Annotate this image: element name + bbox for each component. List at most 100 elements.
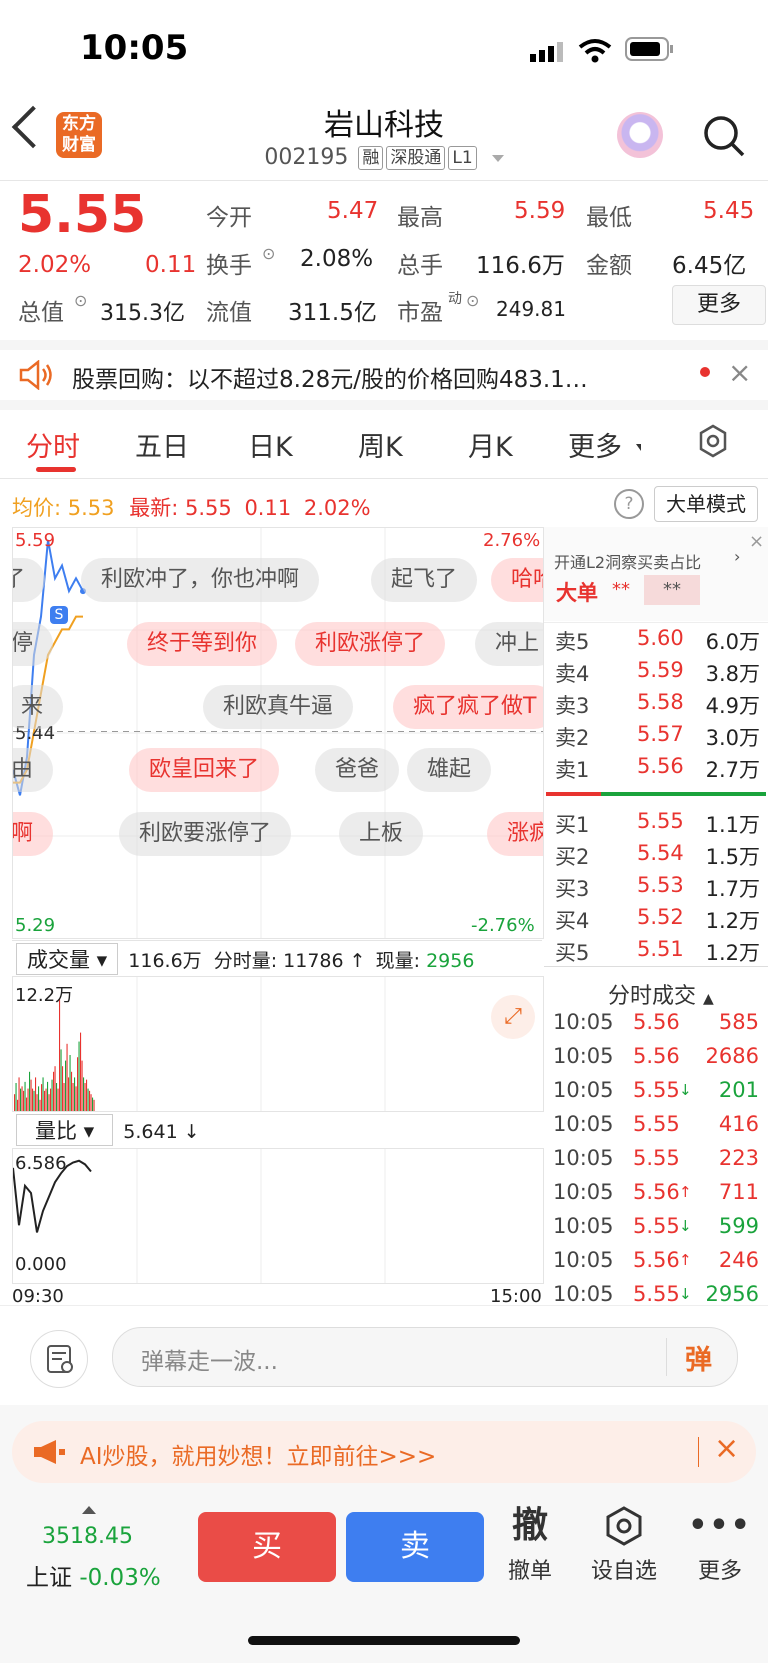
latest-change: 0.11 xyxy=(244,496,292,520)
close-icon[interactable]: × xyxy=(728,356,751,389)
help-icon[interactable]: ? xyxy=(614,489,644,519)
danmu-item: 由 xyxy=(13,748,54,792)
index-value[interactable]: 3518.45 xyxy=(42,1524,133,1549)
bid-level-price: 5.51 xyxy=(637,937,684,961)
tab-intraday[interactable]: 分时 xyxy=(26,425,80,464)
volume-chart[interactable]: 12.2万 ⤢ xyxy=(12,976,544,1112)
ask-level-row[interactable]: 卖5 5.60 6.0万 xyxy=(555,626,760,656)
x-label-close: 15:00 xyxy=(490,1286,542,1307)
bid-level-volume: 1.2万 xyxy=(705,909,760,933)
volume-bar xyxy=(44,1090,46,1111)
danmu-input[interactable]: 弹幕走一波... 弹 xyxy=(112,1327,738,1387)
volume-bar xyxy=(27,1088,29,1111)
intraday-chart[interactable]: 5.59 5.44 5.29 2.76% -2.76% S 了 利欧冲了，你也冲… xyxy=(12,527,544,939)
chevron-right-icon: › xyxy=(734,547,741,566)
high-label: 最高 xyxy=(397,205,443,231)
tab-weekly[interactable]: 周K xyxy=(358,425,403,464)
add-watchlist-button[interactable]: 设自选 xyxy=(584,1505,664,1585)
robot-avatar-icon[interactable] xyxy=(617,112,663,158)
tick-row: 10:05 5.56 585 xyxy=(553,1010,763,1042)
settings-gear-icon[interactable] xyxy=(696,424,730,462)
bid-level-volume: 1.1万 xyxy=(705,813,760,837)
ask-level-volume: 4.9万 xyxy=(705,694,760,718)
close-icon[interactable]: × xyxy=(714,1431,739,1466)
volume-bar xyxy=(26,1097,28,1111)
cancel-order-button[interactable]: 撤 撤单 xyxy=(490,1505,570,1585)
volume-bar xyxy=(63,1083,65,1111)
info-icon[interactable]: ⊙ xyxy=(262,244,275,263)
sell-ratio-segment xyxy=(546,792,601,796)
ask-level-row[interactable]: 卖1 5.56 2.7万 xyxy=(555,754,760,784)
ask-level-row[interactable]: 卖4 5.59 3.8万 xyxy=(555,658,760,688)
tick-direction-icon: ↑ xyxy=(679,1183,692,1201)
more-menu-button[interactable]: ••• 更多 xyxy=(680,1505,760,1585)
volume-bar xyxy=(17,1099,19,1111)
danmu-settings-button[interactable] xyxy=(30,1330,88,1388)
search-icon[interactable] xyxy=(702,114,746,162)
divider xyxy=(666,1338,667,1376)
cancel-order-icon: 撤 xyxy=(511,1505,548,1546)
ad-banner[interactable]: AI炒股，就用妙想！立即前往>>> × xyxy=(12,1421,756,1483)
notice-text[interactable]: 股票回购：以不超过8.28元/股的价格回购483.1… xyxy=(72,360,672,394)
ticks-header[interactable]: 分时成交 ▲ xyxy=(608,978,714,1010)
index-change-row[interactable]: 上证 -0.03% xyxy=(26,1558,161,1592)
tab-monthly[interactable]: 月K xyxy=(468,425,513,464)
tab-more[interactable]: 更多 xyxy=(568,425,622,464)
stock-code: 002195 xyxy=(264,145,349,170)
volume-selector[interactable]: 成交量 ▾ xyxy=(16,943,119,975)
divider xyxy=(544,622,768,623)
volume-bar xyxy=(68,1077,70,1111)
sell-button[interactable]: 卖 xyxy=(346,1512,484,1582)
tab-5day[interactable]: 五日 xyxy=(135,425,189,464)
volume-label: 总手 xyxy=(397,253,443,279)
danmu-item: 利欧冲了，你也冲啊 xyxy=(81,558,320,602)
tick-time: 10:05 xyxy=(553,1078,614,1102)
x-label-open: 09:30 xyxy=(12,1286,64,1307)
tab-daily[interactable]: 日K xyxy=(248,425,293,464)
last-price: 5.55 xyxy=(18,185,147,245)
volume-bar xyxy=(86,1079,88,1111)
close-icon[interactable]: × xyxy=(749,531,764,552)
tick-time: 10:05 xyxy=(553,1248,614,1272)
ratio-header: 量比 ▾ 5.641 ↓ xyxy=(12,1112,542,1146)
ratio-value: 5.641 xyxy=(123,1121,178,1143)
danmu-send-button[interactable]: 弹 xyxy=(685,1338,712,1377)
volume-bar xyxy=(80,1032,82,1111)
speaker-icon xyxy=(18,359,54,394)
bid-level-row[interactable]: 买1 5.55 1.1万 xyxy=(555,809,760,839)
ratio-selector[interactable]: 量比 ▾ xyxy=(16,1114,114,1146)
bid-level-row[interactable]: 买2 5.54 1.5万 xyxy=(555,841,760,871)
ratio-selector-label: 量比 xyxy=(35,1119,77,1143)
ask-level-row[interactable]: 卖2 5.57 3.0万 xyxy=(555,722,760,752)
ask-level-row[interactable]: 卖3 5.58 4.9万 xyxy=(555,690,760,720)
l2-banner[interactable]: 开通L2洞察买卖占比 › × 大单 ** ** xyxy=(544,527,768,621)
bid-level-label: 买1 xyxy=(555,813,590,837)
volume-bar xyxy=(47,1081,49,1111)
bid-level-label: 买4 xyxy=(555,909,590,933)
dropdown-icon[interactable] xyxy=(491,154,504,162)
info-icon[interactable]: ⊙ xyxy=(466,291,479,310)
bid-level-row[interactable]: 买5 5.51 1.2万 xyxy=(555,937,760,967)
volume-bar xyxy=(53,1071,55,1111)
latest-label: 最新: xyxy=(129,496,179,520)
info-icon[interactable]: ⊙ xyxy=(74,291,87,310)
expand-icon[interactable]: ⤢ xyxy=(491,995,535,1039)
spacer xyxy=(0,340,768,350)
quote-more-button[interactable]: 更多 xyxy=(672,285,766,325)
low-label: 最低 xyxy=(586,205,632,231)
bid-level-row[interactable]: 买4 5.52 1.2万 xyxy=(555,905,760,935)
cancel-order-label: 撤单 xyxy=(507,1559,552,1584)
volume-bar xyxy=(29,1071,31,1111)
bid-level-row[interactable]: 买3 5.53 1.7万 xyxy=(555,873,760,903)
turnover-value: 2.08% xyxy=(300,246,374,272)
tab-more-caret-icon xyxy=(636,444,641,451)
mktcap-value: 315.3亿 xyxy=(100,301,185,326)
buy-button[interactable]: 买 xyxy=(198,1512,336,1582)
bid-level-price: 5.52 xyxy=(637,905,684,929)
volume-bar xyxy=(24,1081,26,1111)
volume-bar xyxy=(56,1083,58,1111)
bid-level-price: 5.54 xyxy=(637,841,684,865)
tick-direction-icon: ↑ xyxy=(679,1251,692,1269)
ratio-chart[interactable]: 6.586 0.000 xyxy=(12,1148,544,1284)
big-order-mode-button[interactable]: 大单模式 xyxy=(654,486,758,522)
